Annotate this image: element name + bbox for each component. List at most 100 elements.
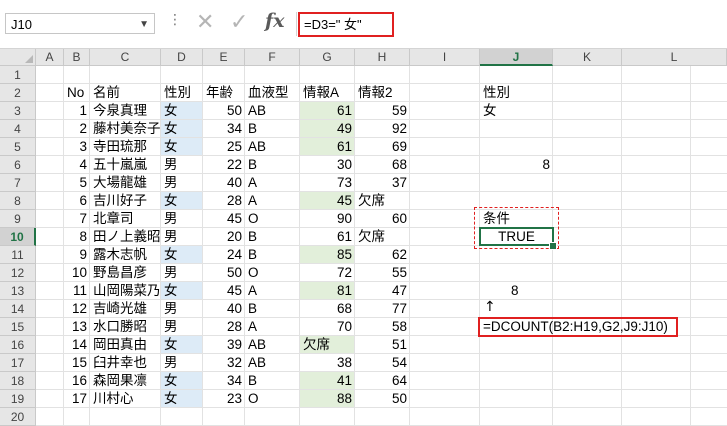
column-header-c[interactable]: C bbox=[90, 49, 161, 66]
table-cell-no: 4 bbox=[79, 157, 87, 172]
fill-handle[interactable] bbox=[549, 242, 557, 250]
table-header-cell: 情報A bbox=[303, 85, 340, 100]
row-header-20[interactable]: 20 bbox=[0, 408, 36, 426]
table-cell-age: 45 bbox=[226, 283, 242, 298]
row-header-18[interactable]: 18 bbox=[0, 372, 36, 390]
row-header-9[interactable]: 9 bbox=[0, 210, 36, 228]
table-cell-name: 川村心 bbox=[93, 391, 134, 406]
column-header-e[interactable]: E bbox=[203, 49, 245, 66]
row-header-5[interactable]: 5 bbox=[0, 138, 36, 156]
insert-function-icon[interactable]: fx bbox=[265, 10, 285, 32]
table-cell-info-b: 54 bbox=[391, 355, 407, 370]
row-header-14[interactable]: 14 bbox=[0, 300, 36, 318]
table-header-cell: 年齢 bbox=[206, 85, 233, 100]
table-cell-blood: B bbox=[248, 373, 258, 388]
row-header-4[interactable]: 4 bbox=[0, 120, 36, 138]
column-header-a[interactable]: A bbox=[36, 49, 64, 66]
table-cell-info-b: 51 bbox=[391, 337, 407, 352]
table-cell-info-b: 68 bbox=[391, 157, 407, 172]
table-cell-no: 7 bbox=[79, 211, 87, 226]
column-header-b[interactable]: B bbox=[64, 49, 90, 66]
table-cell-blood: O bbox=[248, 265, 259, 280]
table-cell-blood: O bbox=[248, 211, 259, 226]
table-cell-name: 臼井幸也 bbox=[93, 355, 147, 370]
select-all-button[interactable] bbox=[0, 49, 36, 66]
table-cell-sex: 女 bbox=[164, 103, 178, 118]
table-cell-sex: 女 bbox=[164, 337, 178, 352]
row-header-15[interactable]: 15 bbox=[0, 318, 36, 336]
table-cell-sex: 女 bbox=[164, 283, 178, 298]
formula-highlight-box bbox=[478, 317, 678, 337]
cancel-icon[interactable]: ✕ bbox=[196, 9, 214, 37]
table-cell-no: 16 bbox=[71, 373, 87, 388]
row-header-13[interactable]: 13 bbox=[0, 282, 36, 300]
table-cell-no: 2 bbox=[79, 121, 87, 136]
table-cell-blood: O bbox=[248, 391, 259, 406]
table-cell-blood: A bbox=[248, 175, 258, 190]
table-cell-sex: 男 bbox=[164, 355, 178, 370]
table-cell-age: 50 bbox=[226, 265, 242, 280]
row-header-1[interactable]: 1 bbox=[0, 66, 36, 84]
table-cell-age: 40 bbox=[226, 175, 242, 190]
column-header-f[interactable]: F bbox=[245, 49, 300, 66]
table-cell-sex: 男 bbox=[164, 229, 178, 244]
row-header-2[interactable]: 2 bbox=[0, 84, 36, 102]
table-cell-blood: AB bbox=[248, 103, 267, 118]
formula-input[interactable]: =D3=" 女" bbox=[298, 12, 394, 37]
column-header-g[interactable]: G bbox=[300, 49, 355, 66]
row-header-7[interactable]: 7 bbox=[0, 174, 36, 192]
table-cell-info-a: 70 bbox=[336, 319, 352, 334]
table-cell-info-b: 60 bbox=[391, 211, 407, 226]
table-cell-info-a: 72 bbox=[336, 265, 352, 280]
criteria-value-cell: 女 bbox=[483, 103, 497, 118]
table-cell-sex: 男 bbox=[164, 175, 178, 190]
row-header-8[interactable]: 8 bbox=[0, 192, 36, 210]
column-header-j[interactable]: J bbox=[480, 49, 553, 66]
table-cell-no: 5 bbox=[79, 175, 87, 190]
table-cell-info-a: 30 bbox=[336, 157, 352, 172]
table-cell-blood: A bbox=[248, 193, 258, 208]
more-options-icon[interactable]: ⋮ bbox=[168, 12, 182, 28]
table-cell-name: 吉崎光雄 bbox=[93, 301, 147, 316]
row-header-10[interactable]: 10 bbox=[0, 228, 36, 246]
table-cell-info-a: 68 bbox=[336, 301, 352, 316]
table-cell-info-b: 58 bbox=[391, 319, 407, 334]
table-cell-no: 9 bbox=[79, 247, 87, 262]
row-header-11[interactable]: 11 bbox=[0, 246, 36, 264]
table-cell-no: 17 bbox=[71, 391, 87, 406]
table-cell-no: 1 bbox=[79, 103, 87, 118]
row-header-17[interactable]: 17 bbox=[0, 354, 36, 372]
column-header-k[interactable]: K bbox=[553, 49, 622, 66]
table-cell-age: 32 bbox=[226, 355, 242, 370]
table-cell-info-a: 73 bbox=[336, 175, 352, 190]
enter-check-icon[interactable]: ✓ bbox=[230, 9, 248, 37]
table-cell-info-b: 37 bbox=[391, 175, 407, 190]
table-cell-info-b: 69 bbox=[391, 139, 407, 154]
row-header-16[interactable]: 16 bbox=[0, 336, 36, 354]
table-cell-info-b: 64 bbox=[391, 373, 407, 388]
table-cell-blood: A bbox=[248, 283, 258, 298]
table-cell-info-a: 88 bbox=[336, 391, 352, 406]
table-cell-age: 50 bbox=[226, 103, 242, 118]
table-cell-sex: 男 bbox=[164, 211, 178, 226]
chevron-down-icon[interactable]: ▼ bbox=[139, 14, 149, 35]
row-header-19[interactable]: 19 bbox=[0, 390, 36, 408]
table-cell-sex: 女 bbox=[164, 139, 178, 154]
table-header-cell: No bbox=[67, 85, 85, 100]
column-header-h[interactable]: H bbox=[355, 49, 410, 66]
table-cell-blood: AB bbox=[248, 355, 267, 370]
table-cell-blood: B bbox=[248, 229, 258, 244]
table-cell-no: 11 bbox=[72, 283, 87, 298]
row-header-6[interactable]: 6 bbox=[0, 156, 36, 174]
column-header-d[interactable]: D bbox=[161, 49, 203, 66]
table-cell-age: 25 bbox=[226, 139, 242, 154]
name-box[interactable]: J10 ▼ bbox=[5, 13, 155, 34]
name-box-value: J10 bbox=[11, 17, 32, 32]
arrow-up-icon: ↑ bbox=[484, 299, 496, 315]
column-header-l[interactable]: L bbox=[622, 49, 727, 66]
table-header-cell: 情報2 bbox=[358, 85, 393, 100]
row-header-3[interactable]: 3 bbox=[0, 102, 36, 120]
row-header-12[interactable]: 12 bbox=[0, 264, 36, 282]
table-cell-sex: 男 bbox=[164, 157, 178, 172]
column-header-i[interactable]: I bbox=[410, 49, 480, 66]
